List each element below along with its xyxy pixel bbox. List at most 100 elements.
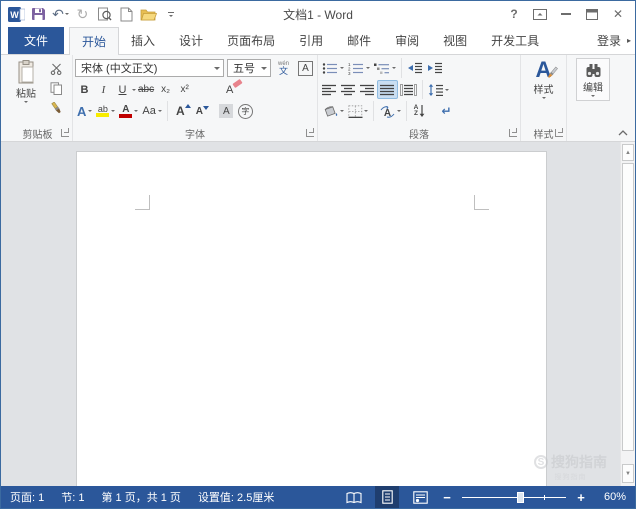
subscript-button[interactable]: x₂ xyxy=(156,80,175,99)
tab-file[interactable]: 文件 xyxy=(8,27,64,54)
cut-button[interactable] xyxy=(47,59,66,78)
print-preview-button[interactable] xyxy=(94,4,115,24)
clear-formatting-button[interactable]: A xyxy=(220,80,239,99)
help-button[interactable]: ? xyxy=(503,4,525,24)
print-layout-button[interactable] xyxy=(375,486,399,508)
styles-button[interactable]: A 样式 xyxy=(530,57,558,125)
sort-button[interactable]: A Z xyxy=(410,102,429,121)
close-button[interactable]: ✕ xyxy=(607,4,629,24)
multilevel-list-icon xyxy=(374,62,390,75)
chevron-down-icon xyxy=(261,67,267,70)
chevron-down-icon xyxy=(214,67,220,70)
vertical-scrollbar[interactable]: ▲ ▼ xyxy=(620,142,635,488)
borders-button[interactable] xyxy=(346,102,370,121)
save-button[interactable] xyxy=(28,4,49,24)
font-dialog-launcher[interactable] xyxy=(306,129,314,137)
grow-font-button[interactable]: A xyxy=(171,102,190,121)
multilevel-list-button[interactable] xyxy=(372,59,398,78)
tab-view[interactable]: 视图 xyxy=(431,27,479,54)
ribbon-display-options-button[interactable] xyxy=(529,4,551,24)
tab-overflow-arrow[interactable]: ▸ xyxy=(623,27,635,54)
status-section[interactable]: 节: 1 xyxy=(61,489,84,505)
web-layout-button[interactable] xyxy=(408,486,432,508)
asian-layout-icon: A xyxy=(379,105,396,118)
change-case-button[interactable]: Aa xyxy=(140,102,163,121)
tab-review[interactable]: 审阅 xyxy=(383,27,431,54)
strikethrough-button[interactable]: abc xyxy=(136,80,156,99)
status-bar: 页面: 1 节: 1 第 1 页，共 1 页 设置值: 2.5厘米 xyxy=(1,486,635,508)
qat-customize-button[interactable] xyxy=(160,4,181,24)
align-right-button[interactable] xyxy=(358,80,377,99)
undo-button[interactable]: ↶ xyxy=(50,4,71,24)
styles-group-label: 样式 xyxy=(534,126,554,141)
new-document-button[interactable] xyxy=(116,4,137,24)
character-border-button[interactable]: A xyxy=(296,59,315,78)
zoom-slider-thumb[interactable] xyxy=(517,492,524,503)
scroll-down-icon: ▼ xyxy=(625,471,631,477)
text-effects-icon: A xyxy=(77,104,86,119)
scroll-down-button[interactable]: ▼ xyxy=(622,464,634,483)
decrease-indent-button[interactable] xyxy=(405,59,425,78)
font-color-button[interactable]: A xyxy=(117,102,140,121)
zoom-in-button[interactable]: + xyxy=(575,490,587,505)
status-page-number[interactable]: 页面: 1 xyxy=(10,489,44,505)
distributed-button[interactable] xyxy=(398,80,419,99)
font-size-select[interactable]: 五号 xyxy=(227,59,271,77)
scroll-up-button[interactable]: ▲ xyxy=(622,144,634,161)
tab-design[interactable]: 设计 xyxy=(167,27,215,54)
zoom-slider[interactable] xyxy=(462,497,566,498)
superscript-button[interactable]: x² xyxy=(175,80,194,99)
tab-page-layout[interactable]: 页面布局 xyxy=(215,27,287,54)
document-page[interactable] xyxy=(76,151,547,488)
numbering-button[interactable]: 1 2 3 xyxy=(346,59,372,78)
tab-home[interactable]: 开始 xyxy=(69,27,119,55)
underline-button[interactable]: U xyxy=(113,80,132,99)
italic-button[interactable]: I xyxy=(94,80,113,99)
tab-mailings[interactable]: 邮件 xyxy=(335,27,383,54)
styles-dialog-launcher[interactable] xyxy=(555,129,563,137)
line-spacing-button[interactable] xyxy=(426,80,451,99)
paste-button[interactable]: 粘贴 xyxy=(5,57,47,125)
collapse-ribbon-button[interactable] xyxy=(618,130,628,136)
copy-button[interactable] xyxy=(47,79,66,98)
bullets-button[interactable] xyxy=(320,59,346,78)
align-left-button[interactable] xyxy=(320,80,339,99)
justify-button[interactable] xyxy=(377,80,398,99)
open-button[interactable] xyxy=(138,4,159,24)
tab-developer[interactable]: 开发工具 xyxy=(479,27,551,54)
shrink-font-button[interactable]: A xyxy=(190,102,209,121)
phonetic-guide-button[interactable]: wén 文 xyxy=(274,59,293,78)
clipboard-dialog-launcher[interactable] xyxy=(61,129,69,137)
increase-indent-button[interactable] xyxy=(425,59,445,78)
maximize-button[interactable] xyxy=(581,4,603,24)
paste-clipboard-icon xyxy=(16,60,36,84)
editing-button[interactable]: 编辑 xyxy=(576,58,610,101)
text-highlight-button[interactable]: ab xyxy=(94,102,117,121)
asian-layout-button[interactable]: A xyxy=(377,102,403,121)
status-page-count[interactable]: 第 1 页，共 1 页 xyxy=(101,489,180,505)
tab-insert[interactable]: 插入 xyxy=(119,27,167,54)
tab-references[interactable]: 引用 xyxy=(287,27,335,54)
scrollbar-thumb[interactable] xyxy=(622,163,634,451)
styles-a-brush-icon: A xyxy=(536,60,552,80)
customize-qat-icon xyxy=(168,12,174,17)
align-center-button[interactable] xyxy=(339,80,358,99)
zoom-level-button[interactable]: 60% xyxy=(596,491,626,503)
font-name-select[interactable]: 宋体 (中文正文) xyxy=(75,59,224,77)
bold-button[interactable]: B xyxy=(75,80,94,99)
redo-button[interactable]: ↻ xyxy=(72,4,93,24)
show-marks-button[interactable]: ↵ xyxy=(437,102,456,121)
character-shading-icon: A xyxy=(219,104,233,118)
enclose-characters-button[interactable]: 字 xyxy=(236,102,255,121)
paragraph-dialog-launcher[interactable] xyxy=(509,129,517,137)
minimize-button[interactable] xyxy=(555,4,577,24)
text-effects-button[interactable]: A xyxy=(75,102,94,121)
chevron-down-icon xyxy=(65,13,69,15)
shading-button[interactable] xyxy=(320,102,346,121)
character-shading-button[interactable]: A xyxy=(217,102,236,121)
format-painter-button[interactable] xyxy=(47,99,66,118)
zoom-out-button[interactable]: − xyxy=(441,490,453,505)
title-bar: W ↶ ↻ xyxy=(1,1,635,27)
read-mode-button[interactable] xyxy=(342,486,366,508)
sign-in-link[interactable]: 登录 xyxy=(595,27,623,54)
